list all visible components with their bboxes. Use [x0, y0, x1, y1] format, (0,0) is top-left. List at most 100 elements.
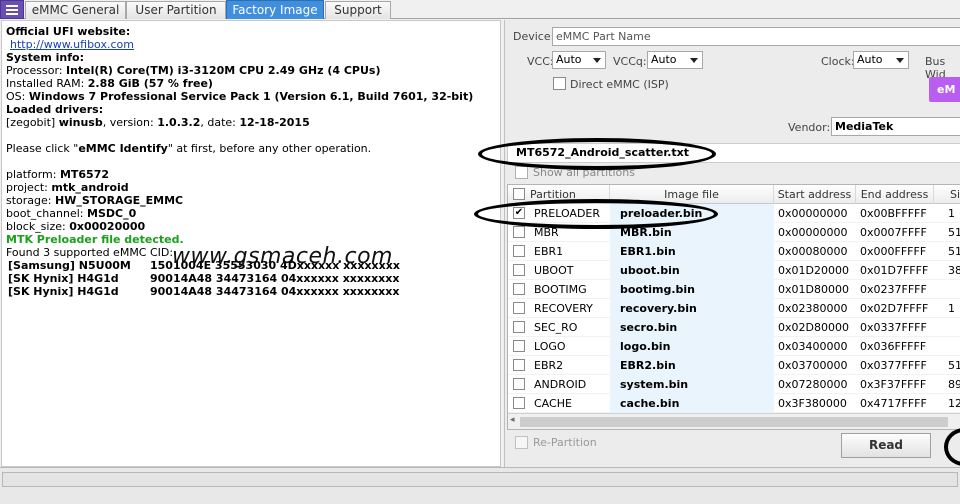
- cell-image-file[interactable]: bootimg.bin: [610, 280, 774, 299]
- table-row[interactable]: BOOTIMG bootimg.bin 0x01D80000 0x0237FFFF: [508, 280, 960, 299]
- menu-line-3: [6, 13, 18, 15]
- cell-size: 1: [948, 302, 955, 315]
- read-button[interactable]: Read: [841, 433, 931, 458]
- cell-start-address: 0x00000000: [778, 207, 848, 220]
- cell-partition: ANDROID: [534, 378, 587, 391]
- scrollbar-thumb[interactable]: [520, 417, 948, 427]
- cell-end-address: 0x00BFFFFF: [860, 207, 927, 220]
- storage-line: storage: HW_STORAGE_EMMC: [6, 194, 184, 207]
- row-checkbox[interactable]: [513, 397, 525, 409]
- progress-bar: [2, 472, 958, 487]
- header-start-address[interactable]: Start address: [774, 185, 856, 204]
- clock-value: Auto: [857, 53, 883, 66]
- cell-size: 51: [948, 245, 960, 258]
- table-row[interactable]: LOGO logo.bin 0x03400000 0x036FFFFF: [508, 337, 960, 356]
- boot-channel-line: boot_channel: MSDC_0: [6, 207, 137, 220]
- cell-start-address: 0x3F380000: [778, 397, 847, 410]
- vendor-select[interactable]: MediaTek: [831, 117, 960, 136]
- row-checkbox[interactable]: [513, 359, 525, 371]
- device-part-name-field[interactable]: eMMC Part Name: [552, 27, 960, 46]
- tab-bar: eMMC General User Partition Factory Imag…: [0, 0, 960, 19]
- re-partition-checkbox[interactable]: [515, 436, 528, 449]
- cell-end-address: 0x02D7FFFF: [860, 302, 929, 315]
- cell-start-address: 0x01D20000: [778, 264, 849, 277]
- annotation-ellipse-scatter: [478, 138, 716, 170]
- row-checkbox[interactable]: [513, 340, 525, 352]
- os-line: OS: Windows 7 Professional Service Pack …: [6, 90, 474, 103]
- clock-select[interactable]: Auto: [853, 51, 909, 69]
- cell-partition: UBOOT: [534, 264, 574, 277]
- horizontal-scrollbar[interactable]: ◂: [508, 413, 960, 429]
- cell-image-file[interactable]: uboot.bin: [610, 261, 774, 280]
- tab-emmc-general[interactable]: eMMC General: [25, 1, 126, 19]
- table-row[interactable]: UBOOT uboot.bin 0x01D20000 0x01D7FFFF 38: [508, 261, 960, 280]
- tab-support[interactable]: Support: [325, 1, 391, 19]
- tab-factory-image[interactable]: Factory Image: [226, 0, 324, 19]
- cell-partition: CACHE: [534, 397, 572, 410]
- hamburger-menu-icon[interactable]: [0, 0, 24, 19]
- clock-chevron-down-icon: [896, 58, 904, 63]
- vcc-select[interactable]: Auto: [552, 51, 606, 69]
- cell-image-file[interactable]: EBR2.bin: [610, 356, 774, 375]
- direct-emmc-label: Direct eMMC (ISP): [570, 78, 669, 91]
- cell-size: 38: [948, 264, 960, 277]
- cell-image-file[interactable]: recovery.bin: [610, 299, 774, 318]
- cell-image-file[interactable]: cache.bin: [610, 394, 774, 413]
- vccq-select[interactable]: Auto: [647, 51, 703, 69]
- vccq-value: Auto: [651, 53, 677, 66]
- select-all-checkbox[interactable]: [513, 188, 525, 200]
- row-checkbox[interactable]: [513, 226, 525, 238]
- tab-user-partition[interactable]: User Partition: [126, 1, 226, 19]
- row-checkbox[interactable]: [513, 264, 525, 276]
- row-checkbox[interactable]: [513, 378, 525, 390]
- cid-name-2: [SK Hynix] H4G1d: [8, 272, 119, 285]
- vccq-chevron-down-icon: [690, 58, 698, 63]
- official-site-label: Official UFI website:: [6, 25, 131, 38]
- cell-end-address: 0x01D7FFFF: [860, 264, 929, 277]
- cid-value-2: 90014A48 34473164 04xxxxxx xxxxxxxx: [150, 272, 400, 285]
- table-row[interactable]: CACHE cache.bin 0x3F380000 0x4717FFFF 12: [508, 394, 960, 413]
- cell-image-file[interactable]: secro.bin: [610, 318, 774, 337]
- row-checkbox[interactable]: [513, 245, 525, 257]
- cell-image-file[interactable]: EBR1.bin: [610, 242, 774, 261]
- scroll-left-icon[interactable]: ◂: [510, 415, 515, 425]
- row-checkbox[interactable]: [513, 302, 525, 314]
- factory-image-panel: Device: eMMC Part Name VCC: Auto VCCq: A…: [504, 20, 960, 467]
- cell-size: [934, 337, 960, 356]
- emmc-identify-button[interactable]: eM: [929, 77, 960, 102]
- cell-partition: EBR1: [534, 245, 564, 258]
- watermark-text: www.gsmaceh.com: [172, 244, 393, 269]
- show-all-partitions-checkbox[interactable]: [515, 166, 528, 179]
- cell-image-file[interactable]: system.bin: [610, 375, 774, 394]
- cell-end-address: 0x0007FFFF: [860, 226, 927, 239]
- cell-image-file[interactable]: logo.bin: [610, 337, 774, 356]
- table-row[interactable]: ANDROID system.bin 0x07280000 0x3F37FFFF 89: [508, 375, 960, 394]
- cell-start-address: 0x00000000: [778, 226, 848, 239]
- table-row[interactable]: EBR1 EBR1.bin 0x00080000 0x000FFFFF 51: [508, 242, 960, 261]
- cell-start-address: 0x03400000: [778, 340, 848, 353]
- table-row[interactable]: RECOVERY recovery.bin 0x02380000 0x02D7FFFF…: [508, 299, 960, 318]
- ram-line: Installed RAM: 2.88 GiB (57 % free): [6, 77, 213, 90]
- cell-size: [934, 280, 960, 299]
- cell-partition: LOGO: [534, 340, 566, 353]
- row-checkbox[interactable]: [513, 321, 525, 333]
- table-row[interactable]: SEC_RO secro.bin 0x02D80000 0x0337FFFF: [508, 318, 960, 337]
- cell-end-address: 0x000FFFFF: [860, 245, 927, 258]
- vcc-chevron-down-icon: [593, 58, 601, 63]
- vcc-label: VCC:: [527, 55, 554, 68]
- direct-emmc-checkbox[interactable]: [553, 77, 566, 90]
- status-bar: [0, 467, 960, 504]
- table-row[interactable]: EBR2 EBR2.bin 0x03700000 0x0377FFFF 51: [508, 356, 960, 375]
- header-end-address[interactable]: End address: [856, 185, 934, 204]
- annotation-ellipse-preloader: [474, 199, 718, 229]
- cell-size: 1: [948, 207, 955, 220]
- re-partition-label: Re-Partition: [533, 436, 597, 449]
- cell-end-address: 0x0377FFFF: [860, 359, 927, 372]
- cid-name-1: [Samsung] N5U00M: [8, 259, 131, 272]
- row-checkbox[interactable]: [513, 283, 525, 295]
- cell-partition: RECOVERY: [534, 302, 593, 315]
- official-site-link[interactable]: http://www.ufibox.com: [10, 38, 134, 51]
- found-cid-line: Found 3 supported eMMC CID:: [6, 246, 174, 259]
- header-size[interactable]: Siz: [934, 185, 960, 204]
- cell-partition: EBR2: [534, 359, 564, 372]
